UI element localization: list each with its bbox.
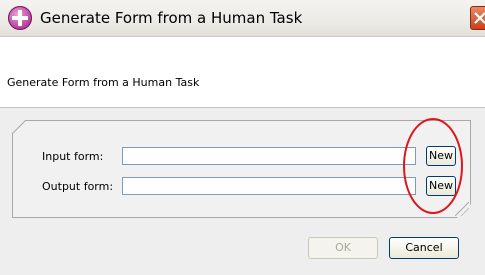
output-form-label: Output form:	[42, 180, 114, 193]
cancel-button[interactable]: Cancel	[389, 237, 459, 259]
output-form-field[interactable]	[122, 177, 416, 195]
resize-grip-icon	[455, 202, 469, 216]
window-title: Generate Form from a Human Task	[40, 9, 303, 27]
dialog-body: Input form: New Output form: New OK Canc…	[0, 108, 485, 275]
input-form-new-button[interactable]: New	[426, 146, 456, 166]
banner-description: Generate Form from a Human Task	[7, 76, 200, 89]
input-form-field[interactable]	[122, 147, 416, 165]
plus-circle-icon	[8, 6, 32, 30]
description-banner: Generate Form from a Human Task	[0, 37, 485, 108]
form-group	[12, 120, 471, 218]
group-corner-decoration	[12, 120, 27, 135]
close-button[interactable]	[470, 6, 485, 30]
input-form-label: Input form:	[42, 150, 104, 163]
close-icon	[474, 12, 485, 24]
output-form-new-button[interactable]: New	[426, 176, 456, 196]
ok-button[interactable]: OK	[308, 237, 378, 259]
title-bar: Generate Form from a Human Task	[0, 0, 485, 37]
